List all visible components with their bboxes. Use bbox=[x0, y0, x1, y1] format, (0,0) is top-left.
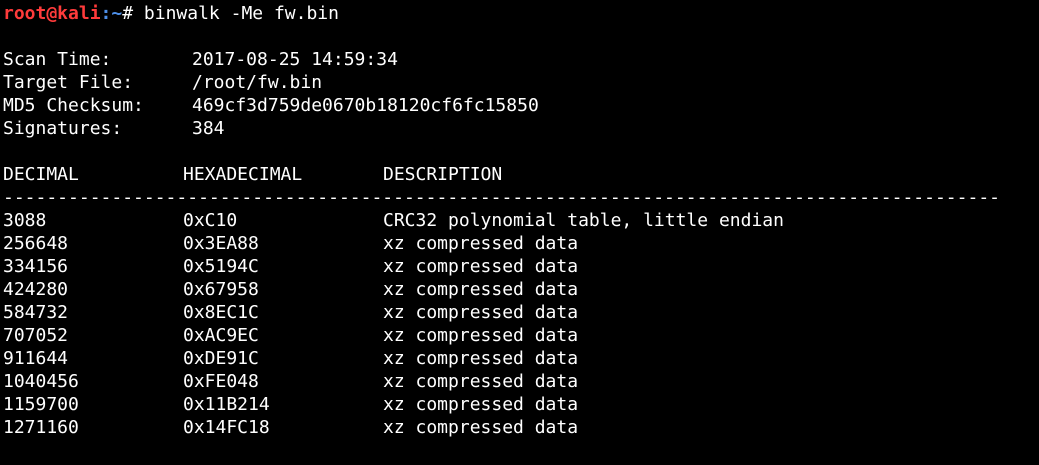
row-hexadecimal: 0x67958 bbox=[183, 279, 259, 300]
row-description: xz compressed data bbox=[383, 417, 579, 438]
info-key: MD5 Checksum: bbox=[3, 95, 144, 116]
table-separator: ----------------------------------------… bbox=[3, 187, 1000, 208]
table-row: 707052 0xAC9EC xz compressed data bbox=[3, 324, 1039, 347]
row-hexadecimal: 0x5194C bbox=[183, 256, 259, 277]
row-description: xz compressed data bbox=[383, 325, 579, 346]
row-decimal: 911644 bbox=[3, 348, 69, 369]
prompt-symbol: # bbox=[122, 3, 134, 24]
info-value: 469cf3d759de0670b18120cf6fc15850 bbox=[192, 95, 539, 116]
table-row: 911644 0xDE91C xz compressed data bbox=[3, 347, 1039, 370]
table-header: DECIMAL HEXADECIMAL DESCRIPTION bbox=[3, 163, 1039, 186]
header-description: DESCRIPTION bbox=[383, 164, 503, 185]
table-row: 3088 0xC10 CRC32 polynomial table, little … bbox=[3, 209, 1039, 232]
table-row: 1040456 0xFE048 xz compressed data bbox=[3, 370, 1039, 393]
terminal-output: root@kali:~# binwalk -Me fw.bin Scan Tim… bbox=[3, 2, 1039, 439]
table-row: 584732 0x8EC1C xz compressed data bbox=[3, 301, 1039, 324]
row-description: xz compressed data bbox=[383, 233, 579, 254]
info-signatures: Signatures: 384 bbox=[3, 117, 1039, 140]
row-description: xz compressed data bbox=[383, 256, 579, 277]
info-value: /root/fw.bin bbox=[192, 72, 323, 93]
info-scan-time: Scan Time: 2017-08-25 14:59:34 bbox=[3, 48, 1039, 71]
command-line: root@kali:~# binwalk -Me fw.bin bbox=[3, 2, 1039, 25]
row-hexadecimal: 0xC10 bbox=[183, 210, 238, 231]
row-hexadecimal: 0x14FC18 bbox=[183, 417, 270, 438]
row-decimal: 707052 bbox=[3, 325, 69, 346]
row-description: xz compressed data bbox=[383, 371, 579, 392]
row-decimal: 256648 bbox=[3, 233, 69, 254]
info-target-file: Target File: /root/fw.bin bbox=[3, 71, 1039, 94]
row-hexadecimal: 0xAC9EC bbox=[183, 325, 259, 346]
table-row: 1271160 0x14FC18 xz compressed data bbox=[3, 416, 1039, 439]
row-description: xz compressed data bbox=[383, 348, 579, 369]
row-hexadecimal: 0x8EC1C bbox=[183, 302, 259, 323]
row-description: xz compressed data bbox=[383, 279, 579, 300]
prompt-user-host: root@kali bbox=[3, 3, 101, 24]
info-value: 384 bbox=[192, 118, 225, 139]
row-hexadecimal: 0xFE048 bbox=[183, 371, 259, 392]
row-description: xz compressed data bbox=[383, 302, 579, 323]
info-key: Scan Time: bbox=[3, 49, 112, 70]
info-md5-checksum: MD5 Checksum: 469cf3d759de0670b18120cf6fc… bbox=[3, 94, 1039, 117]
row-decimal: 334156 bbox=[3, 256, 69, 277]
prompt-path: :~ bbox=[100, 3, 123, 24]
row-hexadecimal: 0x11B214 bbox=[183, 394, 270, 415]
row-description: CRC32 polynomial table, little endian bbox=[383, 210, 784, 231]
header-decimal: DECIMAL bbox=[3, 164, 79, 185]
row-decimal: 1271160 bbox=[3, 417, 79, 438]
command-text: binwalk -Me fw.bin bbox=[133, 3, 339, 24]
info-key: Target File: bbox=[3, 72, 134, 93]
row-decimal: 1159700 bbox=[3, 394, 79, 415]
header-hexadecimal: HEXADECIMAL bbox=[183, 164, 303, 185]
row-decimal: 424280 bbox=[3, 279, 69, 300]
row-hexadecimal: 0xDE91C bbox=[183, 348, 259, 369]
row-decimal: 3088 bbox=[3, 210, 47, 231]
table-row: 334156 0x5194C xz compressed data bbox=[3, 255, 1039, 278]
row-decimal: 1040456 bbox=[3, 371, 79, 392]
terminal-window[interactable]: root@kali:~# binwalk -Me fw.bin Scan Tim… bbox=[0, 0, 1039, 465]
row-decimal: 584732 bbox=[3, 302, 69, 323]
table-row: 1159700 0x11B214 xz compressed data bbox=[3, 393, 1039, 416]
row-hexadecimal: 0x3EA88 bbox=[183, 233, 259, 254]
table-row: 256648 0x3EA88 xz compressed data bbox=[3, 232, 1039, 255]
row-description: xz compressed data bbox=[383, 394, 579, 415]
info-key: Signatures: bbox=[3, 118, 123, 139]
info-value: 2017-08-25 14:59:34 bbox=[192, 49, 398, 70]
table-row: 424280 0x67958 xz compressed data bbox=[3, 278, 1039, 301]
